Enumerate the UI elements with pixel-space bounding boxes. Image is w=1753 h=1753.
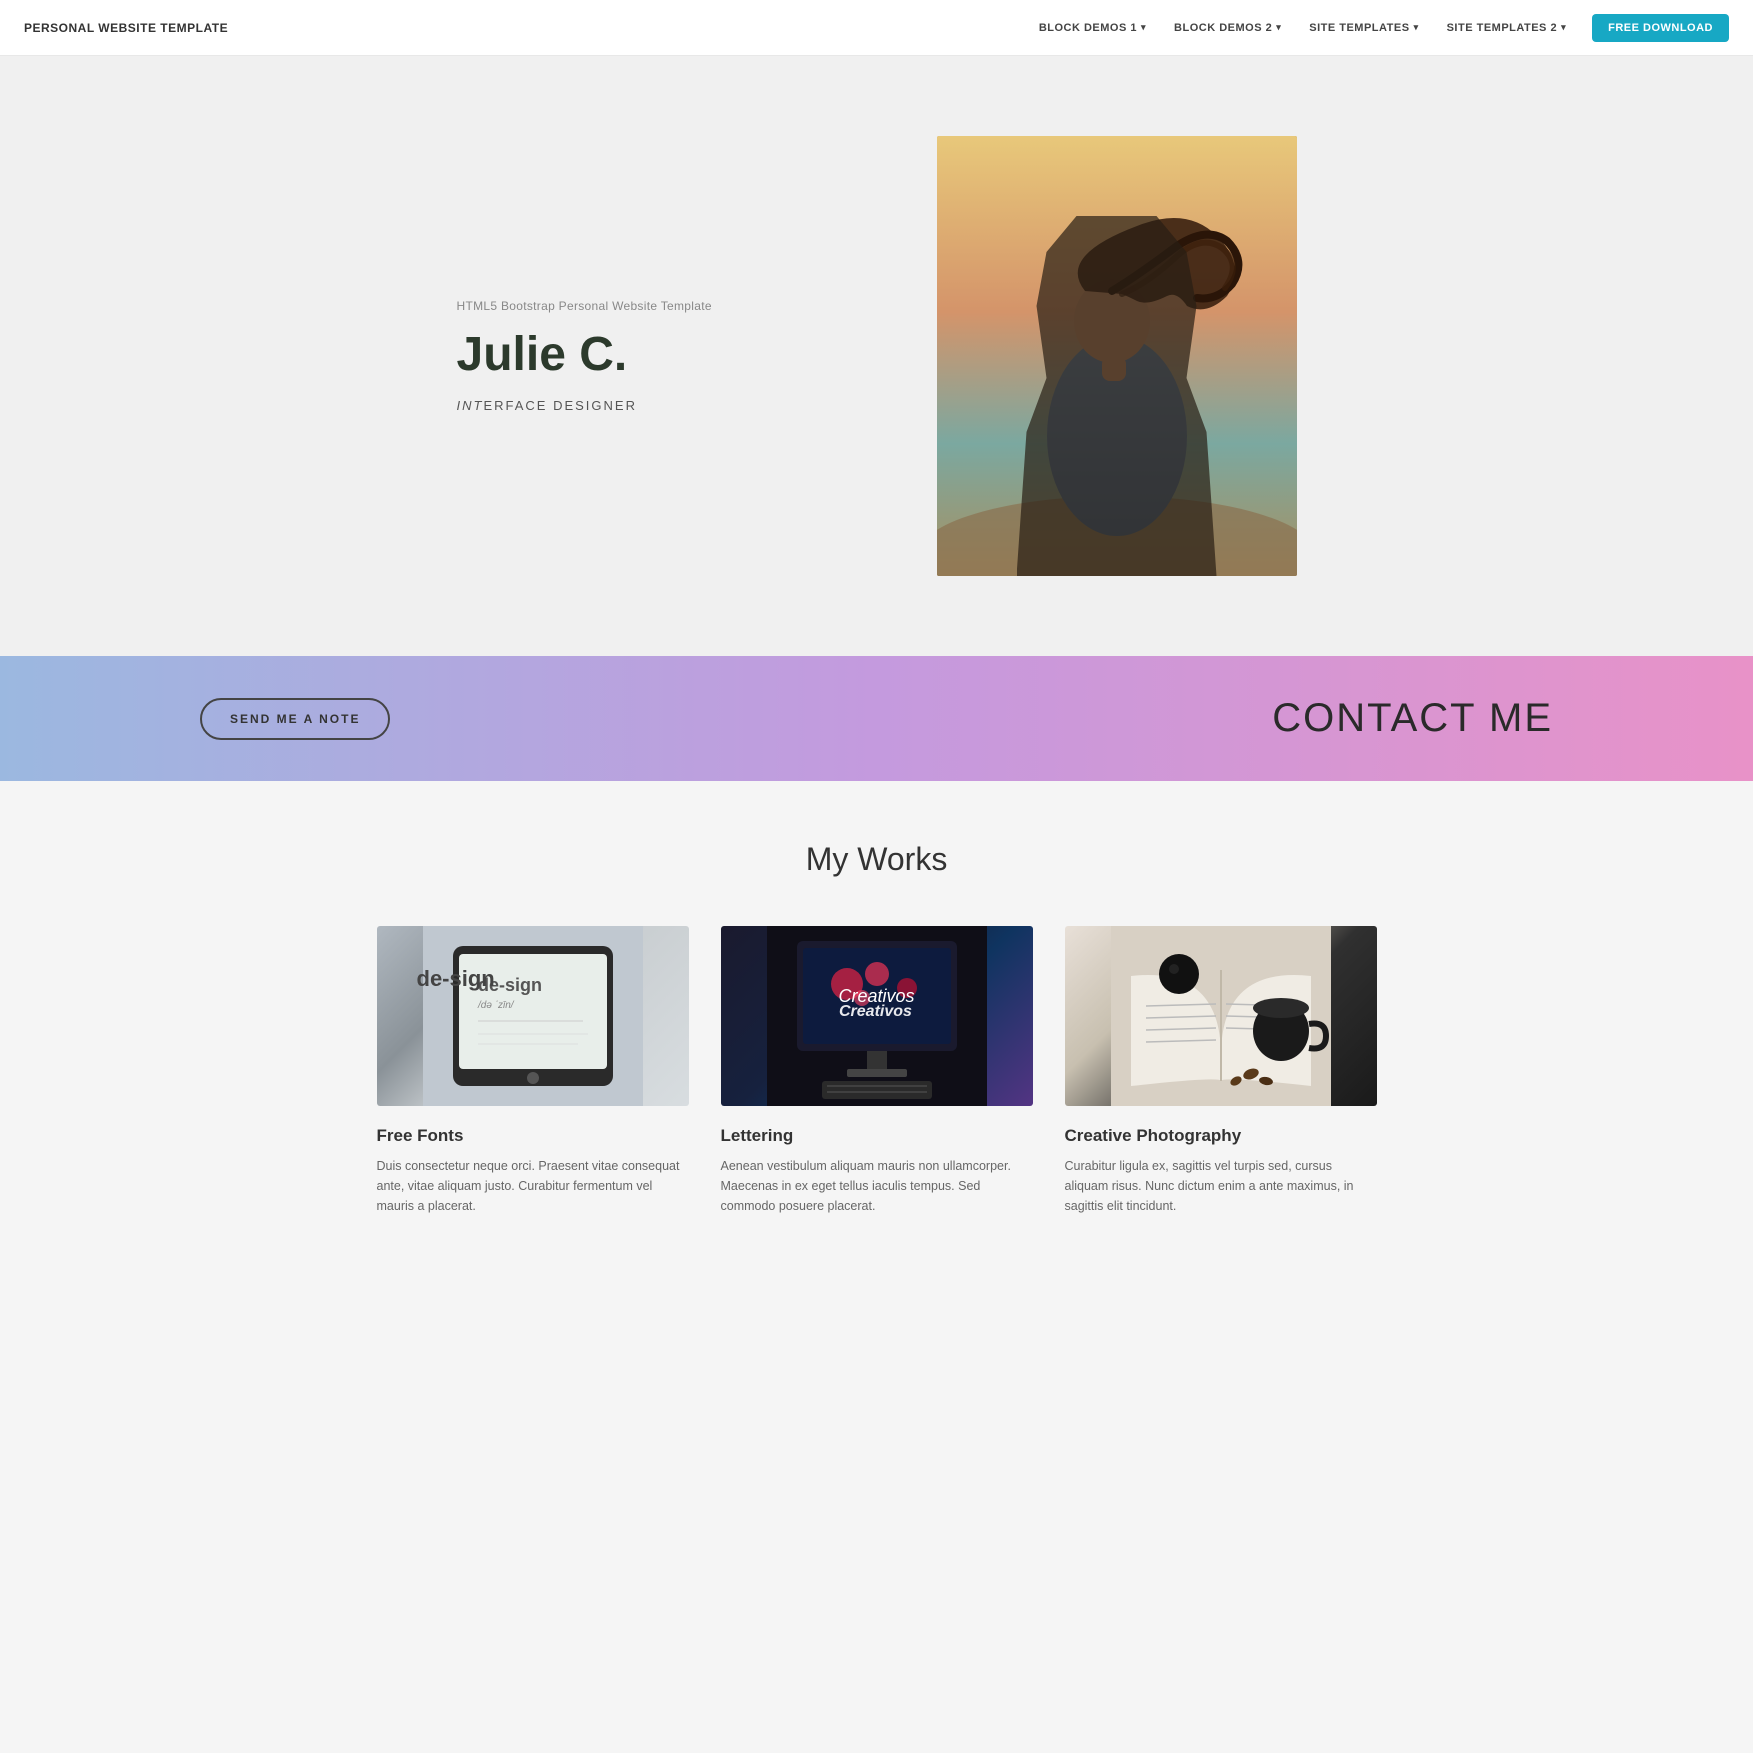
contact-banner: SEND ME A NOTE CONTACT ME — [0, 656, 1753, 781]
send-note-button[interactable]: SEND ME A NOTE — [200, 698, 390, 740]
work-svg-1: de-sign /də ˈzīn/ — [377, 926, 689, 1106]
svg-text:/də ˈzīn/: /də ˈzīn/ — [477, 1000, 515, 1011]
hero-text-block: HTML5 Bootstrap Personal Website Templat… — [457, 299, 857, 413]
works-section: My Works de-sign /də ˈzīn/ Fr — [0, 781, 1753, 1296]
chevron-down-icon: ▾ — [1414, 22, 1419, 33]
work-svg-3 — [1065, 926, 1377, 1106]
work-desc-1: Duis consectetur neque orci. Praesent vi… — [377, 1156, 689, 1216]
work-title-2: Lettering — [721, 1126, 1033, 1146]
svg-text:de-sign: de-sign — [478, 975, 542, 995]
work-image-1: de-sign /də ˈzīn/ — [377, 926, 689, 1106]
works-grid: de-sign /də ˈzīn/ Free Fonts Duis consec… — [377, 926, 1377, 1216]
svg-text:Creativos: Creativos — [839, 1003, 912, 1020]
free-download-button[interactable]: FREE DOWNLOAD — [1592, 14, 1729, 42]
navbar: PERSONAL WEBSITE TEMPLATE BLOCK DEMOS 1 … — [0, 0, 1753, 56]
work-image-2: Creativos — [721, 926, 1033, 1106]
work-title-1: Free Fonts — [377, 1126, 689, 1146]
hero-role-italic-part: INT — [457, 398, 484, 413]
work-svg-2: Creativos — [721, 926, 1033, 1106]
work-card-2: Creativos Lettering Aenean vestibulum al… — [721, 926, 1033, 1216]
site-logo: PERSONAL WEBSITE TEMPLATE — [24, 21, 228, 35]
hero-role-regular-part: ERFACE DESIGNER — [483, 398, 637, 413]
nav-links: BLOCK DEMOS 1 ▾ BLOCK DEMOS 2 ▾ SITE TEM… — [1029, 14, 1729, 42]
work-title-3: Creative Photography — [1065, 1126, 1377, 1146]
hero-subtitle: HTML5 Bootstrap Personal Website Templat… — [457, 299, 857, 313]
hero-section: HTML5 Bootstrap Personal Website Templat… — [0, 56, 1753, 656]
hero-svg-illustration — [937, 136, 1297, 576]
nav-site-templates[interactable]: SITE TEMPLATES ▾ — [1299, 16, 1428, 40]
nav-block-demos-2[interactable]: BLOCK DEMOS 2 ▾ — [1164, 16, 1291, 40]
work-desc-2: Aenean vestibulum aliquam mauris non ull… — [721, 1156, 1033, 1216]
hero-role: INTERFACE DESIGNER — [457, 398, 857, 413]
work-desc-3: Curabitur ligula ex, sagittis vel turpis… — [1065, 1156, 1377, 1216]
chevron-down-icon: ▾ — [1276, 22, 1281, 33]
contact-title: CONTACT ME — [1272, 696, 1553, 741]
work-card-1: de-sign /də ˈzīn/ Free Fonts Duis consec… — [377, 926, 689, 1216]
nav-block-demos-1[interactable]: BLOCK DEMOS 1 ▾ — [1029, 16, 1156, 40]
hero-image — [937, 136, 1297, 576]
hero-photo — [937, 136, 1297, 576]
works-heading: My Works — [60, 841, 1693, 878]
chevron-down-icon: ▾ — [1141, 22, 1146, 33]
work-card-3: Creative Photography Curabitur ligula ex… — [1065, 926, 1377, 1216]
chevron-down-icon: ▾ — [1561, 22, 1566, 33]
nav-site-templates-2[interactable]: SITE TEMPLATES 2 ▾ — [1437, 16, 1577, 40]
work-image-3 — [1065, 926, 1377, 1106]
hero-name: Julie C. — [457, 329, 857, 382]
